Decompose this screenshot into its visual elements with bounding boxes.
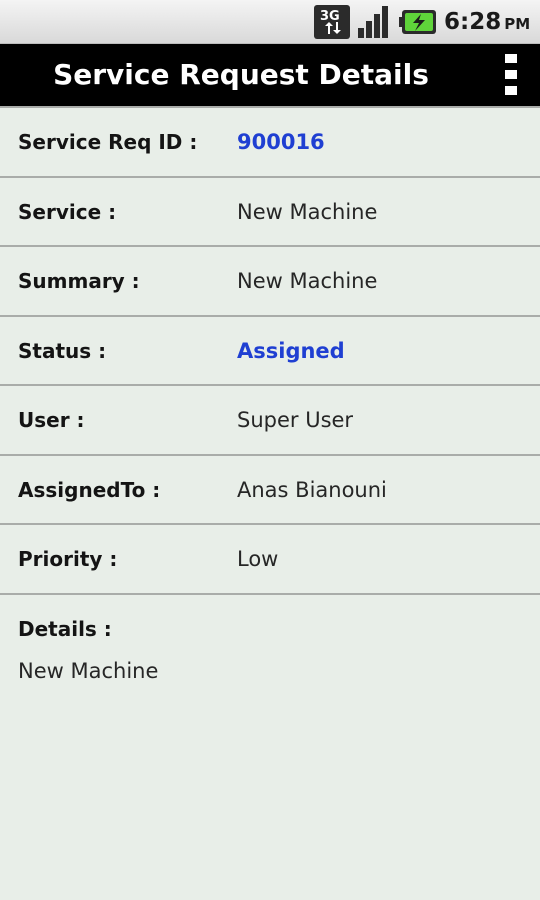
- field-label: Summary :: [18, 269, 140, 293]
- field-label: Service :: [18, 200, 117, 224]
- 3g-data-icon: 3G: [314, 5, 350, 39]
- field-row-summary: Summary : New Machine: [0, 245, 540, 315]
- details-label: Details :: [18, 617, 112, 641]
- signal-icon: [358, 6, 388, 38]
- field-row-priority: Priority : Low: [0, 523, 540, 593]
- field-value-assigned-to: Anas Bianouni: [237, 478, 387, 502]
- clock-ampm: PM: [504, 15, 531, 33]
- field-label: Priority :: [18, 547, 118, 571]
- field-label: AssignedTo :: [18, 478, 161, 502]
- field-row-user: User : Super User: [0, 384, 540, 454]
- clock-time: 6:28: [444, 9, 502, 35]
- field-label: Service Req ID :: [18, 130, 198, 154]
- overflow-menu-button[interactable]: [496, 52, 526, 98]
- field-label: Status :: [18, 339, 107, 363]
- field-row-assigned-to: AssignedTo : Anas Bianouni: [0, 454, 540, 524]
- status-bar: 3G 6:28 PM: [0, 0, 540, 44]
- field-value-status: Assigned: [237, 339, 345, 363]
- details-section: Details : New Machine: [0, 593, 540, 703]
- field-value-user: Super User: [237, 408, 354, 432]
- field-value-service-req-id: 900016: [237, 130, 325, 154]
- field-value-priority: Low: [237, 547, 279, 571]
- field-value-summary: New Machine: [237, 269, 378, 293]
- battery-charging-icon: [399, 10, 436, 34]
- clock: 6:28 PM: [444, 6, 530, 38]
- network-type-label: 3G: [320, 9, 340, 24]
- title-bar: Service Request Details: [0, 44, 540, 106]
- page-title: Service Request Details: [53, 58, 429, 91]
- field-value-service: New Machine: [237, 200, 378, 224]
- details-value: New Machine: [18, 659, 159, 683]
- field-label: User :: [18, 408, 85, 432]
- field-row-service: Service : New Machine: [0, 176, 540, 246]
- field-row-service-req-id: Service Req ID : 900016: [0, 106, 540, 176]
- field-row-status: Status : Assigned: [0, 315, 540, 385]
